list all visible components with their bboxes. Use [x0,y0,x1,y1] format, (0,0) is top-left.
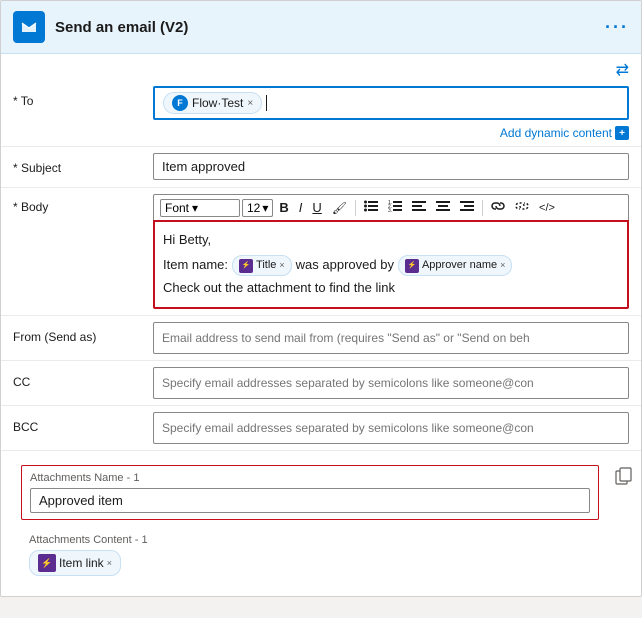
divider-2 [1,187,641,188]
title-token-remove[interactable]: × [279,258,284,272]
bold-button[interactable]: B [275,198,292,217]
from-field-row: From (Send as) [1,318,641,358]
title-token-label: Title [256,257,276,275]
bcc-label: BCC [13,412,153,434]
body-line2-mid: was approved by [296,255,394,276]
title-token[interactable]: ⚡ Title × [232,255,292,277]
font-selector[interactable]: Font ▾ [160,199,240,217]
italic-button[interactable]: I [295,198,307,217]
underline-button[interactable]: U [308,198,325,217]
divider-4 [1,360,641,361]
bcc-field-row: BCC [1,408,641,448]
toolbar-divider-2 [482,200,483,216]
cursor [266,95,267,111]
toolbar-divider-1 [355,200,356,216]
card-body: ⇄ * To F Flow·Test × Add dynamic content… [1,54,641,590]
numbered-list-button[interactable]: 1.2.3. [384,198,406,217]
align-center-button[interactable] [432,198,454,217]
divider-3 [1,315,641,316]
bcc-input[interactable] [153,412,629,444]
token-avatar: F [172,95,188,111]
link-button[interactable] [487,198,509,217]
item-link-token[interactable]: ⚡ Item link × [29,550,121,576]
body-wrapper: Font ▾ 12 ▾ B I U 🖌 1 [153,194,629,309]
attachments-name-input[interactable] [30,488,590,513]
to-field-row: * To F Flow·Test × [1,82,641,124]
cc-input[interactable] [153,367,629,399]
subject-input[interactable] [153,153,629,180]
body-line2-pre: Item name: [163,255,228,276]
subject-field-row: * Subject [1,149,641,185]
to-input[interactable]: F Flow·Test × [153,86,629,120]
body-editor[interactable]: Hi Betty, Item name: ⚡ Title × was appro… [153,220,629,309]
body-line-3: Check out the attachment to find the lin… [163,278,619,299]
cc-field-row: CC [1,363,641,403]
app-icon [13,11,45,43]
font-label: Font [165,201,189,215]
align-right-button[interactable] [456,198,478,217]
token-label: Flow·Test [192,96,243,110]
approver-token-remove[interactable]: × [500,258,505,272]
attachments-content-value-row: ⚡ Item link × [29,550,591,576]
bullet-list-button[interactable] [360,198,382,217]
from-input[interactable] [153,322,629,354]
attachments-name-section: Attachments Name - 1 [21,465,599,520]
font-size-selector[interactable]: 12 ▾ [242,199,273,217]
svg-text:3.: 3. [388,208,392,212]
card-title: Send an email (V2) [55,19,188,36]
divider-1 [1,146,641,147]
paint-button[interactable]: 🖌 [328,198,351,217]
swap-row: ⇄ [1,54,641,82]
more-options-button[interactable]: ··· [605,17,629,38]
swap-icon[interactable]: ⇄ [616,60,629,80]
item-link-token-icon: ⚡ [38,554,56,572]
copy-attachments-button[interactable] [615,472,633,488]
plus-icon: + [615,126,629,140]
body-label: * Body [13,194,153,214]
divider-6 [1,450,641,451]
card-header: Send an email (V2) ··· [1,1,641,54]
email-card: Send an email (V2) ··· ⇄ * To F Flow·Tes… [0,0,642,597]
divider-5 [1,405,641,406]
subject-label: * Subject [13,153,153,175]
approver-token[interactable]: ⚡ Approver name × [398,255,512,277]
body-line-2: Item name: ⚡ Title × was approved by ⚡ A… [163,255,619,277]
attachments-name-value-row [30,488,590,513]
attachments-content-label: Attachments Content - 1 [29,534,591,546]
body-content: Hi Betty, Item name: ⚡ Title × was appro… [163,230,619,299]
align-left-button[interactable] [408,198,430,217]
to-token[interactable]: F Flow·Test × [163,92,262,114]
title-token-icon: ⚡ [239,259,253,273]
copy-icon-area [615,467,633,488]
code-button[interactable]: </> [535,200,559,216]
dynamic-content-row: Add dynamic content + [1,124,641,144]
attachments-name-label: Attachments Name - 1 [30,472,590,484]
attachments-content-section: Attachments Content - 1 ⚡ Item link × [21,528,599,582]
item-link-token-remove[interactable]: × [107,558,112,568]
unlink-button[interactable] [511,198,533,217]
font-chevron-icon: ▾ [192,201,198,215]
approver-token-icon: ⚡ [405,259,419,273]
item-link-token-label: Item link [59,556,104,570]
body-toolbar: Font ▾ 12 ▾ B I U 🖌 1 [153,194,629,220]
cc-label: CC [13,367,153,389]
to-label: * To [13,86,153,108]
body-line-1: Hi Betty, [163,230,619,251]
from-label: From (Send as) [13,322,153,344]
add-dynamic-content-link[interactable]: Add dynamic content + [500,126,629,140]
token-remove-button[interactable]: × [247,98,253,109]
header-left: Send an email (V2) [13,11,188,43]
font-size-value: 12 [247,201,260,215]
font-size-chevron-icon: ▾ [262,201,268,215]
body-field-row: * Body Font ▾ 12 ▾ B I U 🖌 [1,190,641,313]
approver-token-label: Approver name [422,257,497,275]
